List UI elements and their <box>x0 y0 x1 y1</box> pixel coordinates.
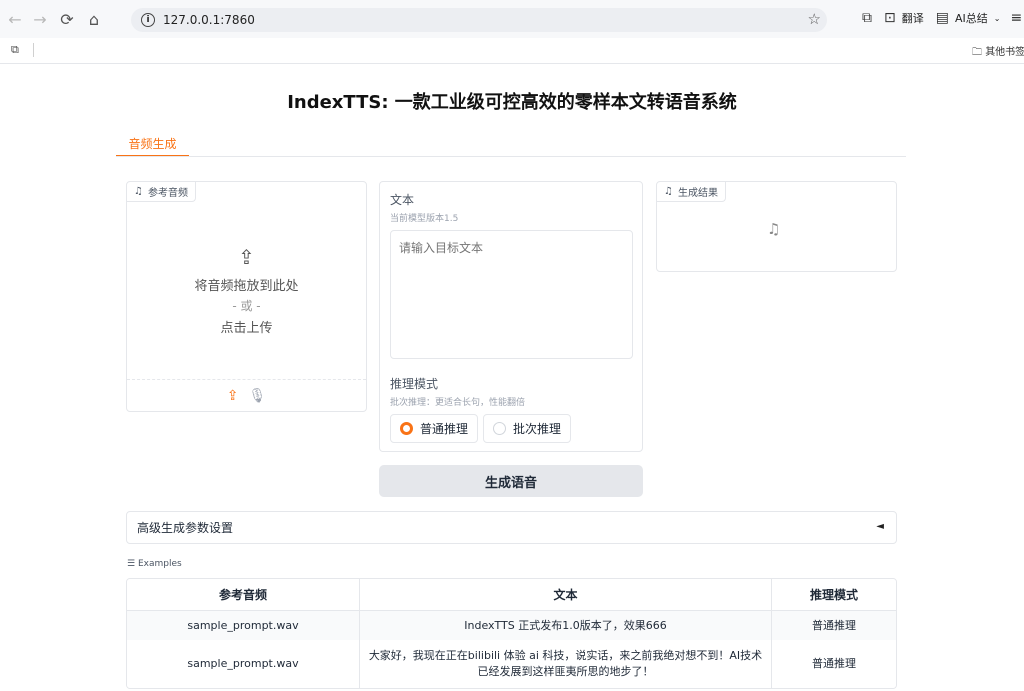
translate-icon[interactable]: ⊡ <box>884 10 896 26</box>
examples-label-text: Examples <box>137 559 182 569</box>
page-title: IndexTTS: 一款工业级可控高效的零样本文转语音系统 <box>287 92 737 113</box>
or-text: - 或 - <box>232 299 261 313</box>
tab-divider <box>116 156 906 157</box>
reload-icon[interactable]: ⟳ <box>54 6 80 32</box>
text-label: 文本 <box>390 193 415 207</box>
column-header: 推理模式 <box>772 579 896 611</box>
tab-audio-generation[interactable]: 音频生成 <box>116 135 189 157</box>
ai-summary-icon[interactable]: ▤ <box>936 10 949 26</box>
radio-batch-inference[interactable]: 批次推理 <box>483 414 571 443</box>
table-row[interactable]: sample_prompt.wav IndexTTS 正式发布1.0版本了，效果… <box>127 611 896 640</box>
drop-text: 将音频拖放到此处 <box>194 279 299 294</box>
radio-batch-label: 批次推理 <box>513 422 562 436</box>
url-text: 127.0.0.1:7860 <box>163 13 255 27</box>
audio-placeholder-icon: ♫ <box>767 220 781 238</box>
radio-selected-icon <box>400 422 413 435</box>
table-cell: sample_prompt.wav <box>127 611 360 640</box>
bookmark-star-icon[interactable]: ☆ <box>808 10 821 28</box>
examples-table: 参考音频 文本 推理模式 sample_prompt.wav IndexTTS … <box>126 578 897 689</box>
back-icon[interactable]: ← <box>2 6 28 32</box>
bookmark-folder[interactable]: 🗀 其他书签 <box>972 43 1024 62</box>
table-cell: sample_prompt.wav <box>127 640 360 688</box>
infer-mode-label: 推理模式 <box>390 377 439 391</box>
bookmark-separator <box>33 43 34 57</box>
radio-normal-inference[interactable]: 普通推理 <box>390 414 478 443</box>
table-row[interactable]: sample_prompt.wav 大家好，我现在正在bilibili 体验 a… <box>127 640 896 688</box>
home-icon[interactable]: ⌂ <box>81 6 107 32</box>
music-note-icon: ♫ <box>134 186 143 197</box>
site-info-icon[interactable]: i <box>141 13 155 27</box>
result-label: ♫ 生成结果 <box>657 182 726 202</box>
reference-audio-label: ♫ 参考音频 <box>127 182 196 202</box>
table-cell: 普通推理 <box>772 611 896 640</box>
table-cell: 大家好，我现在正在bilibili 体验 ai 科技，说实话，来之前我绝对想不到… <box>360 640 772 688</box>
menu-icon[interactable]: ≡ <box>1010 10 1022 26</box>
target-text-input[interactable] <box>390 230 633 359</box>
table-cell: 普通推理 <box>772 640 896 688</box>
advanced-settings-accordion[interactable]: 高级生成参数设置 ◄ <box>126 511 897 544</box>
radio-normal-label: 普通推理 <box>420 422 469 436</box>
audio-upload-dropzone[interactable]: ⇪ 将音频拖放到此处 - 或 - 点击上传 <box>127 202 366 380</box>
table-header-row: 参考音频 文本 推理模式 <box>127 579 896 611</box>
text-info: 当前模型版本1.5 <box>390 214 459 224</box>
result-label-text: 生成结果 <box>677 188 718 199</box>
address-bar[interactable]: i 127.0.0.1:7860 ☆ <box>131 8 827 32</box>
list-icon: ☰ <box>127 559 136 569</box>
extensions-icon[interactable]: ⧉ <box>862 10 872 26</box>
column-header: 文本 <box>360 579 772 611</box>
bookmarks-bar: ⧉ 🗀 其他书签 <box>0 38 1024 64</box>
bookmark-folder-label: 其他书签 <box>985 47 1024 58</box>
examples-label: ☰ Examples <box>127 559 182 569</box>
click-upload-text: 点击上传 <box>220 321 273 336</box>
result-audio-panel: ♫ 生成结果 ♫ <box>656 181 897 272</box>
browser-toolbar: ← → ⟳ ⌂ i 127.0.0.1:7860 ☆ ⧉ ⊡ 翻译 ▤ AI总结… <box>0 0 1024 38</box>
translate-label[interactable]: 翻译 <box>902 10 924 26</box>
ai-summary-label[interactable]: AI总结 <box>955 10 988 26</box>
upload-icon: ⇪ <box>238 245 255 269</box>
collapse-arrow-icon: ◄ <box>876 521 884 532</box>
infer-mode-info: 批次推理：更适合长句，性能翻倍 <box>390 398 526 408</box>
microphone-icon[interactable]: 🎙 <box>248 388 266 404</box>
table-cell: IndexTTS 正式发布1.0版本了，效果666 <box>360 611 772 640</box>
text-input-panel: 文本 当前模型版本1.5 推理模式 批次推理：更适合长句，性能翻倍 普通推理 批… <box>379 181 643 452</box>
column-header: 参考音频 <box>127 579 360 611</box>
music-note-icon: ♫ <box>664 186 673 197</box>
reference-audio-label-text: 参考音频 <box>147 188 188 199</box>
advanced-settings-label: 高级生成参数设置 <box>137 521 234 535</box>
radio-unselected-icon <box>493 422 506 435</box>
upload-source-icon[interactable]: ⇪ <box>227 388 239 404</box>
generate-speech-button[interactable]: 生成语音 <box>379 465 643 497</box>
reference-audio-panel: ♫ 参考音频 ⇪ 将音频拖放到此处 - 或 - 点击上传 ⇪ 🎙 <box>126 181 367 412</box>
extension-area: ⧉ ⊡ 翻译 ▤ AI总结 ⌄ ≡ <box>862 10 1022 26</box>
forward-icon[interactable]: → <box>27 6 53 32</box>
chevron-down-icon[interactable]: ⌄ <box>994 14 1001 23</box>
tab-group-icon[interactable]: ⧉ <box>11 43 19 57</box>
audio-source-toolbar: ⇪ 🎙 <box>127 380 366 411</box>
